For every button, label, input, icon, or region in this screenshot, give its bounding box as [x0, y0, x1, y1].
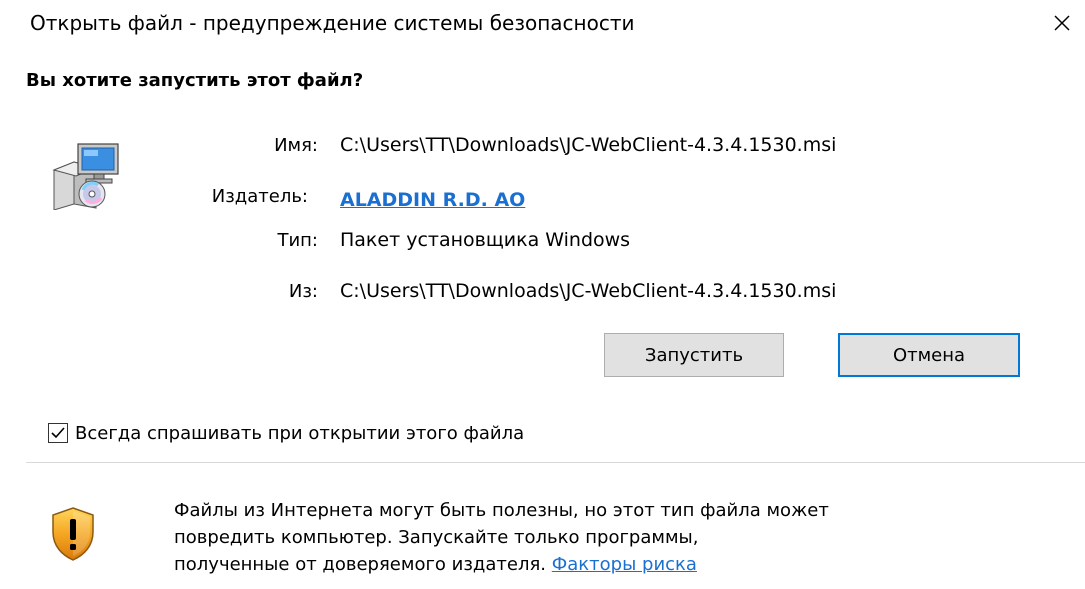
type-value: Пакет установщика Windows: [340, 229, 631, 251]
security-warning-dialog: Открыть файл - предупреждение системы бе…: [0, 0, 1085, 589]
warning-line: полученные от доверяемого издателя. Факт…: [174, 551, 1074, 578]
always-ask-checkbox[interactable]: [48, 423, 68, 443]
close-icon: [1054, 15, 1070, 31]
cancel-button[interactable]: Отмена: [838, 333, 1020, 377]
warning-line: Файлы из Интернета могут быть полезны, н…: [174, 500, 829, 521]
name-label: Имя:: [274, 135, 318, 156]
warning-line-prefix: полученные от доверяемого издателя.: [174, 554, 547, 575]
installer-package-icon: [52, 143, 119, 210]
always-ask-checkbox-row[interactable]: Всегда спрашивать при открытии этого фай…: [48, 420, 524, 446]
warning-text: Файлы из Интернета могут быть полезны, н…: [174, 497, 1074, 578]
warning-line: повредить компьютер. Запускайте только п…: [174, 527, 699, 548]
window-title: Открыть файл - предупреждение системы бе…: [30, 11, 635, 35]
always-ask-label: Всегда спрашивать при открытии этого фай…: [75, 422, 525, 444]
from-label: Из:: [288, 281, 318, 302]
dialog-question: Вы хотите запустить этот файл?: [26, 70, 364, 91]
publisher-label: Издатель:: [211, 186, 308, 207]
publisher-link[interactable]: ALADDIN R.D. AO: [340, 189, 525, 211]
risk-factors-link[interactable]: Факторы риска: [552, 554, 697, 575]
type-label: Тип:: [277, 230, 318, 251]
from-value: C:\Users\TT\Downloads\JC-WebClient-4.3.4…: [340, 280, 837, 302]
close-button[interactable]: [1047, 8, 1077, 38]
title-bar[interactable]: Открыть файл - предупреждение системы бе…: [0, 0, 1085, 50]
checkmark-icon: [51, 427, 65, 439]
run-button[interactable]: Запустить: [604, 333, 784, 377]
shield-warning-icon: [52, 507, 94, 561]
name-value: C:\Users\TT\Downloads\JC-WebClient-4.3.4…: [340, 134, 837, 156]
